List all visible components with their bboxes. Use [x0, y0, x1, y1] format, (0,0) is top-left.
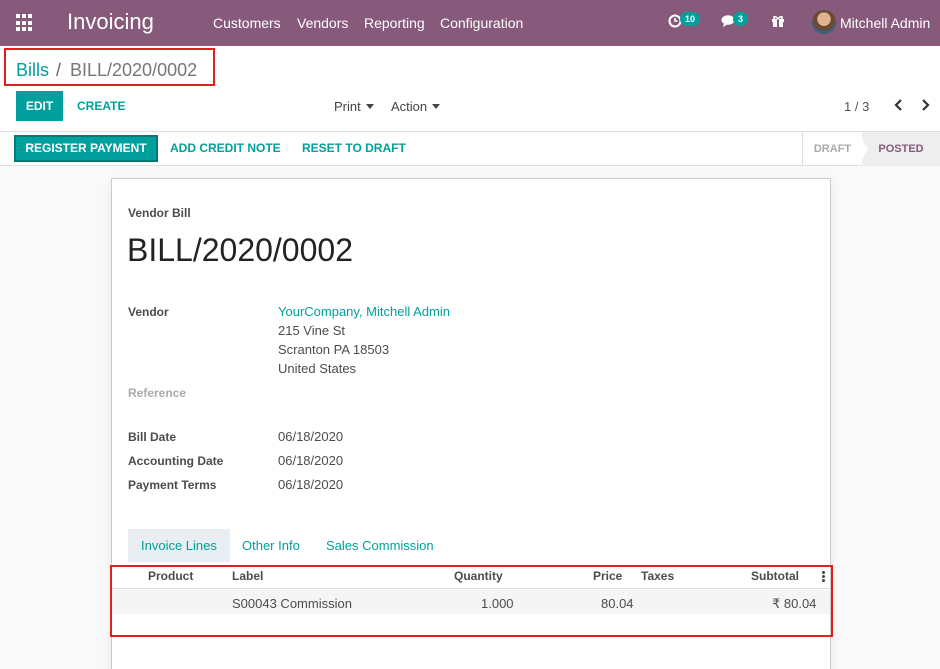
- chevron-left-icon: [894, 99, 902, 111]
- print-label: Print: [334, 99, 361, 114]
- tab-other-info[interactable]: Other Info: [229, 529, 313, 562]
- pager-next-button[interactable]: [921, 98, 931, 116]
- action-dropdown[interactable]: Action: [391, 99, 441, 114]
- reference-label: Reference: [128, 386, 187, 400]
- stage-draft: DRAFT: [802, 132, 862, 166]
- app-title[interactable]: Invoicing: [67, 9, 154, 35]
- action-label: Action: [391, 99, 428, 114]
- vendor-address-line: 215 Vine St: [278, 323, 345, 338]
- accounting-date-label: Accounting Date: [128, 454, 224, 468]
- menu-customers[interactable]: Customers: [213, 15, 281, 31]
- edit-button[interactable]: EDIT: [16, 91, 63, 121]
- print-dropdown[interactable]: Print: [334, 99, 374, 114]
- activity-count-badge: 10: [680, 12, 701, 26]
- accounting-date-value: 06/18/2020: [278, 453, 344, 468]
- register-payment-button[interactable]: REGISTER PAYMENT: [14, 135, 158, 162]
- breadcrumb-separator: /: [56, 60, 62, 80]
- vendor-address-line: Scranton PA 18503: [278, 342, 390, 357]
- breadcrumb-bills-link[interactable]: Bills: [16, 60, 49, 81]
- tab-sales-commission[interactable]: Sales Commission: [313, 529, 447, 562]
- user-avatar[interactable]: [812, 10, 836, 34]
- user-menu[interactable]: Mitchell Admin: [840, 15, 930, 31]
- bill-date-label: Bill Date: [128, 430, 177, 444]
- gift-icon: [772, 15, 784, 27]
- breadcrumb-current: BILL/2020/0002: [70, 60, 198, 80]
- invoice-lines-highlight: [110, 565, 833, 637]
- payment-terms-value: 06/18/2020: [278, 477, 344, 492]
- apps-menu-icon[interactable]: [16, 14, 34, 32]
- top-navbar: Invoicing Customers Vendors Reporting Co…: [0, 0, 940, 46]
- vendor-address-line: United States: [278, 361, 357, 376]
- pager-value[interactable]: 1 / 3: [844, 99, 869, 114]
- pager-previous-button[interactable]: [893, 98, 903, 116]
- menu-reporting[interactable]: Reporting: [364, 15, 425, 31]
- stage-arrow: [858, 132, 868, 166]
- add-credit-note-button[interactable]: ADD CREDIT NOTE: [170, 141, 281, 155]
- payment-terms-label: Payment Terms: [128, 478, 217, 492]
- document-title: BILL/2020/0002: [127, 232, 353, 268]
- bill-date-value: 06/18/2020: [278, 429, 344, 444]
- menu-configuration[interactable]: Configuration: [440, 15, 523, 31]
- stage-posted: POSTED: [862, 132, 940, 166]
- vendor-label: Vendor: [128, 305, 169, 319]
- vendor-link[interactable]: YourCompany, Mitchell Admin: [278, 304, 450, 319]
- document-type-label: Vendor Bill: [128, 206, 191, 220]
- gift-button[interactable]: [771, 12, 785, 31]
- chevron-right-icon: [922, 99, 930, 111]
- caret-down-icon: [432, 104, 441, 109]
- reset-to-draft-button[interactable]: RESET TO DRAFT: [302, 141, 406, 155]
- menu-vendors[interactable]: Vendors: [297, 15, 348, 31]
- tab-invoice-lines[interactable]: Invoice Lines: [128, 529, 230, 562]
- create-button[interactable]: CREATE: [77, 99, 125, 113]
- message-count-badge: 3: [733, 12, 749, 26]
- caret-down-icon: [365, 104, 374, 109]
